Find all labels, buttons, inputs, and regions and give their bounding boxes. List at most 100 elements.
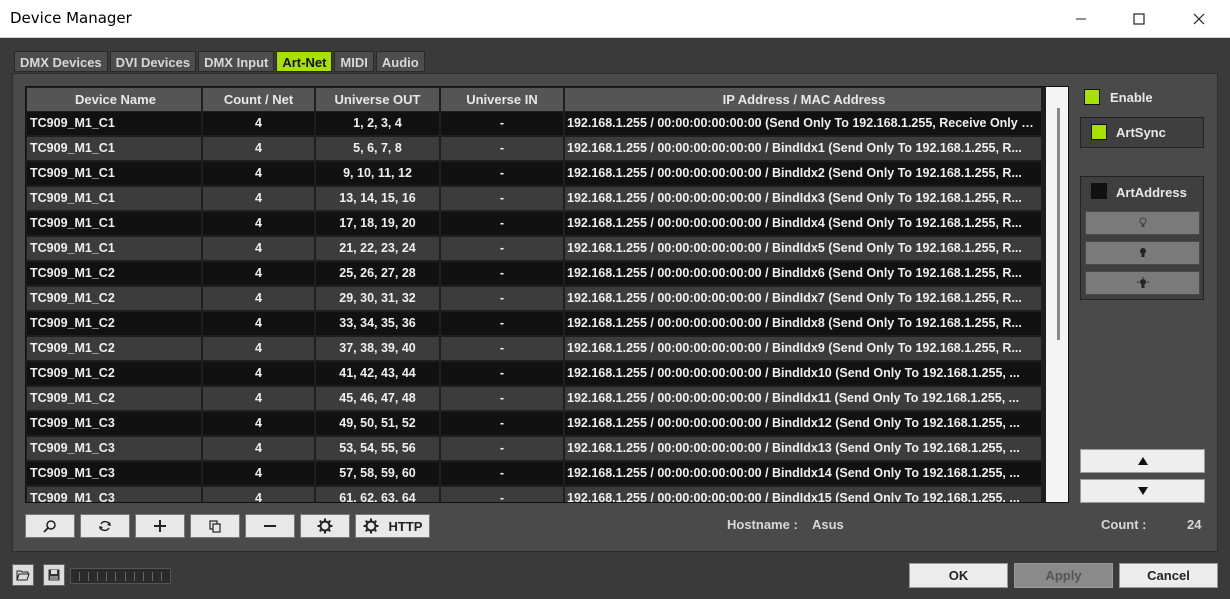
scrollbar-thumb[interactable]	[1057, 108, 1060, 340]
table-cell: 29, 30, 31, 32	[316, 287, 441, 310]
identify-flash-button[interactable]	[1085, 271, 1200, 295]
table-cell: 4	[203, 212, 316, 235]
table-row[interactable]: TC909_M1_C1 4 13, 14, 15, 16-192.168.1.255…	[27, 187, 1043, 212]
table-cell: 21, 22, 23, 24	[316, 237, 441, 260]
table-row[interactable]: TC909_M1_C2 4 29, 30, 31, 32-192.168.1.255…	[27, 287, 1043, 312]
hostname-label: Hostname :	[727, 517, 798, 532]
table-cell: 192.168.1.255 / 00:00:00:00:00:00 / Bind…	[565, 337, 1043, 360]
table-cell: -	[441, 212, 565, 235]
table-cell: 4	[203, 162, 316, 185]
ok-button[interactable]: OK	[909, 563, 1008, 588]
search-button[interactable]	[25, 514, 75, 538]
column-universe-out[interactable]: Universe OUT	[316, 88, 441, 111]
table-cell: -	[441, 337, 565, 360]
table-row[interactable]: TC909_M1_C1 4 21, 22, 23, 24-192.168.1.255…	[27, 237, 1043, 262]
add-button[interactable]	[135, 514, 185, 538]
table-cell: 192.168.1.255 / 00:00:00:00:00:00 / Bind…	[565, 262, 1043, 285]
identify-on-button[interactable]	[1085, 241, 1200, 265]
tab-bar: DMX Devices DVI Devices DMX Input Art-Ne…	[14, 51, 425, 72]
table-cell: 25, 26, 27, 28	[316, 262, 441, 285]
table-cell: -	[441, 112, 565, 135]
column-ip-address[interactable]: IP Address / MAC Address	[565, 88, 1043, 111]
apply-button[interactable]: Apply	[1014, 563, 1113, 588]
table-cell: -	[441, 387, 565, 410]
tab-dmx-devices[interactable]: DMX Devices	[14, 51, 108, 72]
table-row[interactable]: TC909_M1_C1 4 5, 6, 7, 8-192.168.1.255 / 0…	[27, 137, 1043, 162]
table-row[interactable]: TC909_M1_C2 4 41, 42, 43, 44-192.168.1.255…	[27, 362, 1043, 387]
enable-label: Enable	[1110, 90, 1153, 105]
artsync-checkbox[interactable]	[1091, 124, 1107, 140]
move-down-button[interactable]	[1080, 479, 1205, 503]
minimize-button[interactable]	[1052, 0, 1110, 38]
table-row[interactable]: TC909_M1_C1 4 17, 18, 19, 20-192.168.1.255…	[27, 212, 1043, 237]
open-file-button[interactable]	[12, 564, 34, 586]
refresh-icon	[99, 520, 111, 532]
table-row[interactable]: TC909_M1_C1 4 1, 2, 3, 4-192.168.1.255 / 0…	[27, 112, 1043, 137]
http-settings-button[interactable]: HTTP	[355, 514, 430, 538]
table-cell: 192.168.1.255 / 00:00:00:00:00:00 / Bind…	[565, 137, 1043, 160]
plus-icon	[154, 520, 166, 532]
tab-dmx-input[interactable]: DMX Input	[198, 51, 275, 72]
table-cell: TC909_M1_C3	[27, 462, 203, 485]
tab-dvi-devices[interactable]: DVI Devices	[109, 51, 197, 72]
tab-audio[interactable]: Audio	[375, 51, 425, 72]
column-device-name[interactable]: Device Name	[27, 88, 203, 111]
folder-open-icon	[16, 570, 30, 581]
cancel-button[interactable]: Cancel	[1119, 563, 1218, 588]
table-cell: 4	[203, 387, 316, 410]
table-cell: TC909_M1_C3	[27, 487, 203, 502]
table-cell: 53, 54, 55, 56	[316, 437, 441, 460]
table-cell: 4	[203, 462, 316, 485]
table-cell: -	[441, 187, 565, 210]
table-cell: 5, 6, 7, 8	[316, 137, 441, 160]
settings-button[interactable]	[300, 514, 350, 538]
table-cell: 4	[203, 262, 316, 285]
maximize-button[interactable]	[1110, 0, 1168, 38]
table-row[interactable]: TC909_M1_C3 4 49, 50, 51, 52-192.168.1.255…	[27, 412, 1043, 437]
count-label: Count :	[1101, 517, 1147, 532]
lightbulb-off-icon	[1139, 217, 1146, 227]
progress-slider[interactable]	[70, 568, 171, 584]
table-cell: -	[441, 137, 565, 160]
table-cell: 49, 50, 51, 52	[316, 412, 441, 435]
hostname-value: Asus	[812, 517, 844, 532]
table-cell: TC909_M1_C2	[27, 287, 203, 310]
table-cell: TC909_M1_C1	[27, 237, 203, 260]
gear-icon	[363, 518, 379, 534]
table-row[interactable]: TC909_M1_C2 4 45, 46, 47, 48-192.168.1.255…	[27, 387, 1043, 412]
identify-off-button[interactable]	[1085, 211, 1200, 235]
table-cell: 4	[203, 237, 316, 260]
table-cell: 33, 34, 35, 36	[316, 312, 441, 335]
remove-button[interactable]	[245, 514, 295, 538]
enable-checkbox[interactable]	[1084, 89, 1100, 105]
duplicate-button[interactable]	[190, 514, 240, 538]
artaddress-checkbox[interactable]	[1091, 183, 1107, 199]
column-count-net[interactable]: Count / Net	[203, 88, 316, 111]
column-universe-in[interactable]: Universe IN	[441, 88, 565, 111]
table-cell: 192.168.1.255 / 00:00:00:00:00:00 / Bind…	[565, 212, 1043, 235]
table-cell: 4	[203, 487, 316, 502]
table-row[interactable]: TC909_M1_C3 4 53, 54, 55, 56-192.168.1.255…	[27, 437, 1043, 462]
tab-art-net[interactable]: Art-Net	[276, 51, 333, 72]
lightbulb-on-icon	[1139, 248, 1146, 257]
table-cell: 192.168.1.255 / 00:00:00:00:00:00 / Bind…	[565, 312, 1043, 335]
save-file-button[interactable]	[43, 564, 65, 586]
table-row[interactable]: TC909_M1_C3 4 61, 62, 63, 64-192.168.1.255…	[27, 487, 1043, 502]
table-cell: 4	[203, 412, 316, 435]
table-row[interactable]: TC909_M1_C1 4 9, 10, 11, 12-192.168.1.255 …	[27, 162, 1043, 187]
table-row[interactable]: TC909_M1_C3 4 57, 58, 59, 60-192.168.1.255…	[27, 462, 1043, 487]
table-cell: TC909_M1_C3	[27, 412, 203, 435]
refresh-button[interactable]	[80, 514, 130, 538]
table-row[interactable]: TC909_M1_C2 4 33, 34, 35, 36-192.168.1.255…	[27, 312, 1043, 337]
table-row[interactable]: TC909_M1_C2 4 37, 38, 39, 40-192.168.1.255…	[27, 337, 1043, 362]
table-cell: -	[441, 462, 565, 485]
table-row[interactable]: TC909_M1_C2 4 25, 26, 27, 28-192.168.1.255…	[27, 262, 1043, 287]
move-up-button[interactable]	[1080, 449, 1205, 473]
table-cell: 4	[203, 312, 316, 335]
gear-icon	[317, 518, 333, 534]
lightbulb-flash-icon	[1136, 277, 1149, 288]
tab-midi[interactable]: MIDI	[334, 51, 374, 72]
table-cell: 4	[203, 112, 316, 135]
device-table: Device Name Count / Net Universe OUT Uni…	[25, 86, 1069, 503]
close-button[interactable]	[1170, 0, 1228, 38]
